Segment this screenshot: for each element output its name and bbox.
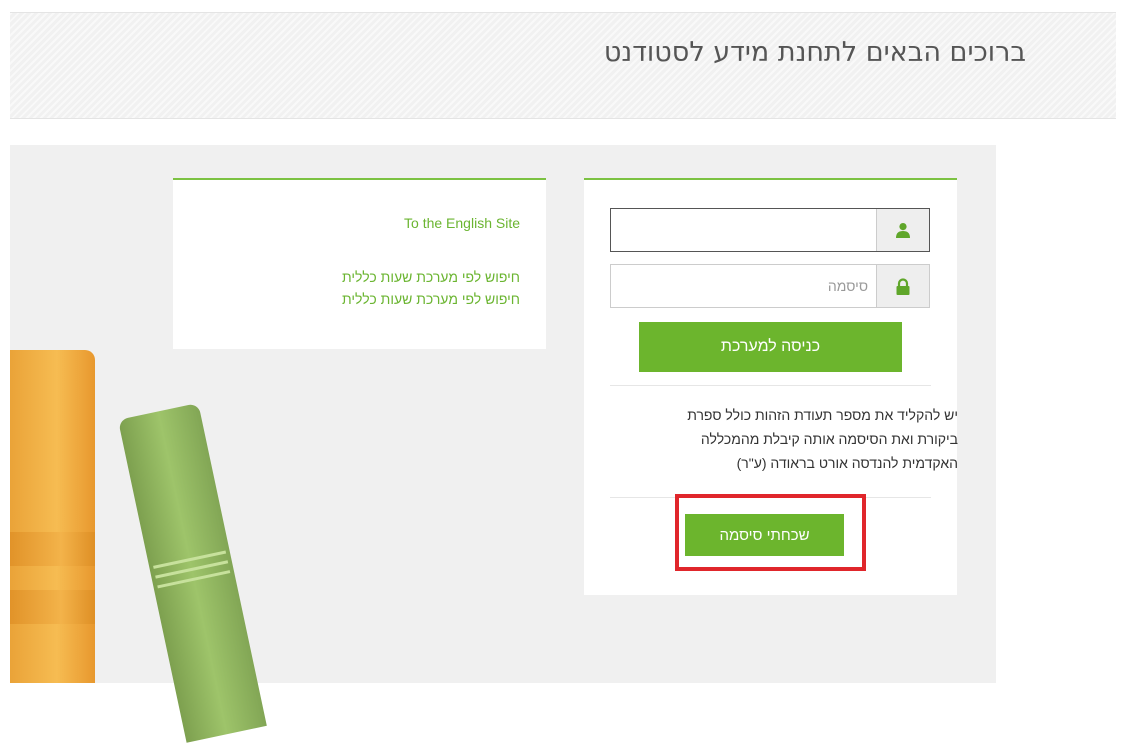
username-input[interactable] <box>611 209 876 251</box>
password-field-group <box>610 264 930 308</box>
username-field-group <box>610 208 930 252</box>
instruction-line: האקדמית להנדסה אורט בראודה (ע"ר) <box>736 455 958 471</box>
book-line <box>153 550 227 569</box>
links-panel: To the English Site חיפוש לפי מערכת שעות… <box>173 178 546 349</box>
divider <box>610 385 931 386</box>
english-site-link[interactable]: To the English Site <box>404 215 520 231</box>
orange-book-illustration <box>10 350 95 683</box>
password-input[interactable] <box>611 265 876 307</box>
login-instructions: יש להקליד את מספר תעודת הזהות כולל ספרת … <box>592 403 958 475</box>
login-submit-button[interactable]: כניסה למערכת <box>639 322 902 372</box>
username-addon <box>876 209 929 251</box>
book-band <box>10 590 95 624</box>
password-addon <box>876 265 929 307</box>
timetable-search-link[interactable]: חיפוש לפי מערכת שעות כללית <box>342 269 520 285</box>
highlight-box <box>675 494 866 571</box>
lock-icon <box>896 277 910 295</box>
user-icon <box>896 223 910 238</box>
instruction-line: ביקורת ואת הסיסמה אותה קיבלת מהמכללה <box>700 431 958 447</box>
page-header: ברוכים הבאים לתחנת מידע לסטודנט <box>10 12 1116 119</box>
timetable-search-link[interactable]: חיפוש לפי מערכת שעות כללית <box>342 291 520 307</box>
instruction-line: יש להקליד את מספר תעודת הזהות כולל ספרת <box>687 407 958 423</box>
page-title: ברוכים הבאים לתחנת מידע לסטודנט <box>603 37 1026 68</box>
book-band <box>10 532 95 566</box>
